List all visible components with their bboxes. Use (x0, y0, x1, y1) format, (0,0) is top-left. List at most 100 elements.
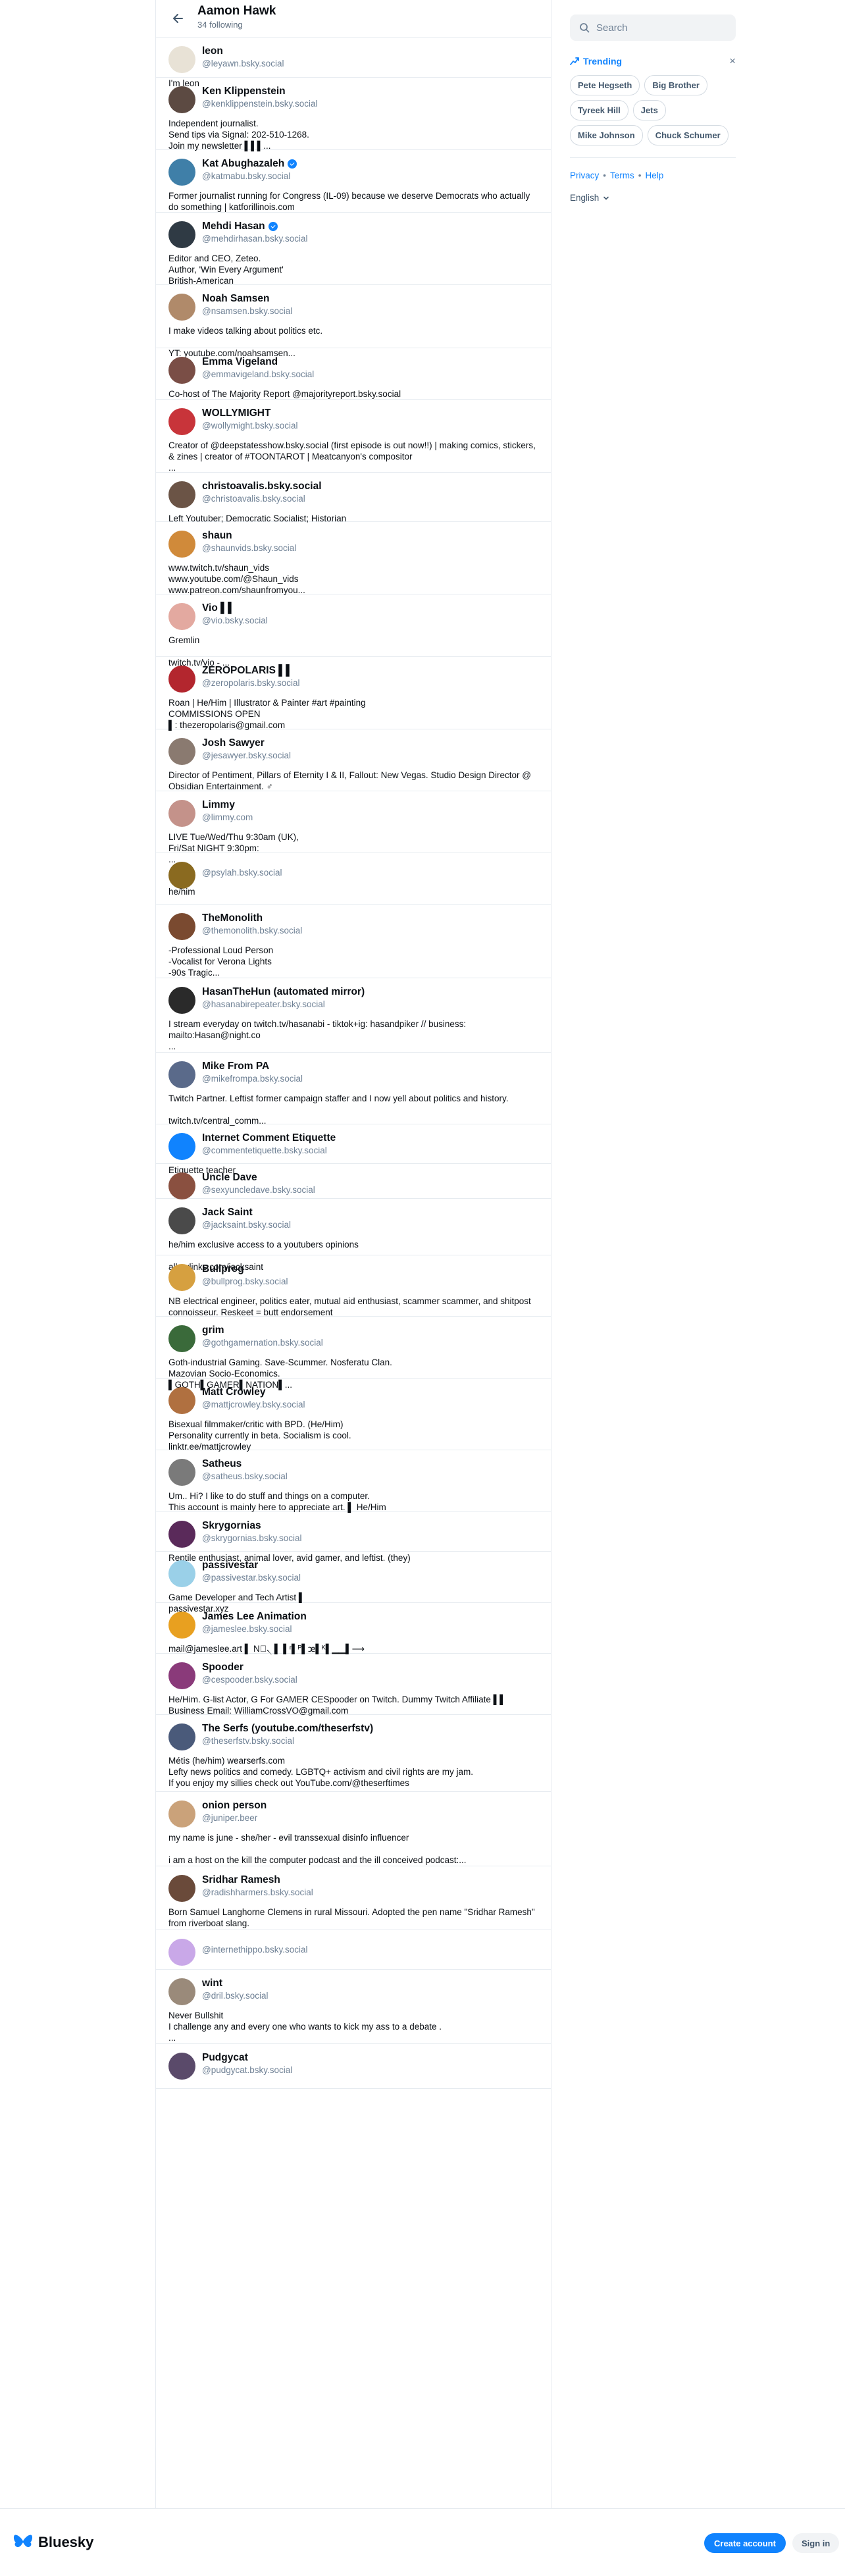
avatar[interactable] (168, 86, 195, 113)
user-handle[interactable]: @shaunvids.bsky.social (202, 543, 296, 553)
follow-row[interactable]: leon @leyawn.bsky.social I'm leon (156, 38, 551, 88)
follow-row[interactable]: Spooder @cespooder.bsky.social He/Him. G-l… (156, 1654, 551, 1716)
follow-row[interactable]: Vio ▌▌ @vio.bsky.social Gremlin twitch.tv/… (156, 594, 551, 668)
follow-row[interactable]: Satheus @satheus.bsky.social Um.. Hi? I li… (156, 1450, 551, 1512)
avatar[interactable] (168, 1978, 195, 2005)
follow-row[interactable]: Mike From PA @mikefrompa.bsky.social Twitc… (156, 1053, 551, 1126)
avatar[interactable] (168, 408, 195, 435)
display-name[interactable]: Bullprog (202, 1263, 244, 1275)
display-name[interactable]: Matt Crowley (202, 1386, 265, 1398)
follow-row[interactable]: Jack Saint @jacksaint.bsky.social he/him e… (156, 1199, 551, 1272)
display-name[interactable]: grim (202, 1325, 224, 1336)
user-handle[interactable]: @sexyuncledave.bsky.social (202, 1185, 315, 1195)
user-handle[interactable]: @skrygornias.bsky.social (202, 1533, 302, 1543)
avatar[interactable] (168, 738, 195, 765)
trending-topic-chip[interactable]: Big Brother (644, 75, 707, 95)
follow-row[interactable]: TheMonolith @themonolith.bsky.social -Prof… (156, 905, 551, 978)
trending-topic-chip[interactable]: Chuck Schumer (647, 125, 729, 145)
user-handle[interactable]: @internethippo.bsky.social (202, 1945, 308, 1955)
follow-row[interactable]: Internet Comment Etiquette @commentetique… (156, 1124, 551, 1175)
user-handle[interactable]: @vio.bsky.social (202, 616, 268, 625)
display-name[interactable]: The Serfs (youtube.com/theserfstv) (202, 1723, 373, 1735)
avatar[interactable] (168, 221, 195, 248)
avatar[interactable] (168, 481, 195, 508)
follow-row[interactable]: Josh Sawyer @jesawyer.bsky.social Director… (156, 729, 551, 791)
avatar[interactable] (168, 1939, 195, 1966)
avatar[interactable] (168, 1264, 195, 1291)
display-name[interactable]: Satheus (202, 1458, 242, 1470)
create-account-button[interactable]: Create account (704, 2533, 786, 2553)
display-name[interactable]: Limmy (202, 799, 235, 811)
avatar[interactable] (168, 987, 195, 1014)
follow-row[interactable]: wint @dril.bsky.social Never Bullshit I ch… (156, 1970, 551, 2044)
avatar[interactable] (168, 2053, 195, 2080)
follow-row[interactable]: Noah Samsen @nsamsen.bsky.social I make vi… (156, 285, 551, 358)
display-name[interactable]: wint (202, 1978, 222, 1989)
user-handle[interactable]: @nsamsen.bsky.social (202, 306, 292, 316)
avatar[interactable] (168, 531, 195, 558)
follow-row[interactable]: grim @gothgamernation.bsky.social Goth-ind… (156, 1317, 551, 1390)
trending-topic-chip[interactable]: Jets (632, 100, 666, 120)
follow-row[interactable]: passivestar @passivestar.bsky.social Game … (156, 1552, 551, 1614)
display-name[interactable]: Mike From PA (202, 1061, 269, 1072)
follow-row[interactable]: HasanTheHun (automated mirror) @hasanabir… (156, 978, 551, 1053)
user-handle[interactable]: @cespooder.bsky.social (202, 1675, 297, 1685)
follow-row[interactable]: ZEROPOLARIS ▌▌ @zeropolaris.bsky.social Ro… (156, 657, 551, 730)
avatar[interactable] (168, 1133, 195, 1160)
display-name[interactable]: Josh Sawyer (202, 737, 265, 749)
display-name[interactable]: christoavalis.bsky.social (202, 481, 322, 492)
user-handle[interactable]: @themonolith.bsky.social (202, 926, 302, 935)
display-name[interactable]: Noah Samsen (202, 293, 270, 305)
display-name[interactable]: Spooder (202, 1662, 243, 1673)
sign-in-button[interactable]: Sign in (792, 2533, 840, 2553)
trending-topic-chip[interactable]: Tyreek Hill (570, 100, 628, 120)
user-handle[interactable]: @zeropolaris.bsky.social (202, 678, 300, 688)
follow-row[interactable]: Matt Crowley @mattjcrowley.bsky.social Bis… (156, 1379, 551, 1452)
display-name[interactable]: Sridhar Ramesh (202, 1874, 280, 1886)
avatar[interactable] (168, 1723, 195, 1750)
user-handle[interactable]: @theserfstv.bsky.social (202, 1736, 294, 1746)
avatar[interactable] (168, 1875, 195, 1902)
user-handle[interactable]: @wollymight.bsky.social (202, 421, 298, 431)
avatar[interactable] (168, 46, 195, 73)
avatar[interactable] (168, 357, 195, 384)
user-handle[interactable]: @mikefrompa.bsky.social (202, 1074, 303, 1084)
trending-topic-chip[interactable]: Mike Johnson (570, 125, 643, 145)
display-name[interactable]: Vio ▌▌ (202, 602, 235, 614)
privacy-link[interactable]: Privacy (570, 171, 599, 180)
avatar[interactable] (168, 603, 195, 630)
follow-row[interactable]: WOLLYMIGHT @wollymight.bsky.social Creator… (156, 400, 551, 473)
follow-row[interactable]: The Serfs (youtube.com/theserfstv) @these… (156, 1715, 551, 1792)
display-name[interactable]: onion person (202, 1800, 267, 1812)
avatar[interactable] (168, 800, 195, 827)
display-name[interactable]: TheMonolith (202, 912, 263, 924)
display-name[interactable]: Uncle Dave (202, 1172, 257, 1184)
avatar[interactable] (168, 1521, 195, 1548)
follow-row[interactable]: onion person @juniper.beer my name is june… (156, 1792, 551, 1866)
display-name[interactable]: passivestar (202, 1560, 258, 1571)
display-name[interactable]: Mehdi Hasan (202, 221, 278, 232)
user-handle[interactable]: @limmy.com (202, 812, 253, 822)
avatar[interactable] (168, 1801, 195, 1827)
display-name[interactable]: Emma Vigeland (202, 356, 278, 368)
brand-logo[interactable]: Bluesky (13, 2534, 93, 2551)
display-name[interactable]: HasanTheHun (automated mirror) (202, 986, 365, 998)
follow-row[interactable]: Skrygornias @skrygornias.bsky.social Repti… (156, 1512, 551, 1563)
user-handle[interactable]: @leyawn.bsky.social (202, 59, 284, 68)
avatar[interactable] (168, 1325, 195, 1352)
display-name[interactable]: Jack Saint (202, 1207, 253, 1219)
avatar[interactable] (168, 159, 195, 186)
follow-row[interactable]: Pudgycat @pudgycat.bsky.social (156, 2044, 551, 2089)
user-handle[interactable]: @christoavalis.bsky.social (202, 494, 305, 504)
search-input[interactable]: Search (570, 14, 736, 41)
display-name[interactable]: James Lee Animation (202, 1611, 307, 1623)
user-handle[interactable]: @mattjcrowley.bsky.social (202, 1400, 305, 1409)
display-name[interactable]: leon (202, 45, 223, 57)
user-handle[interactable]: @jesawyer.bsky.social (202, 750, 291, 760)
terms-link[interactable]: Terms (610, 171, 634, 180)
user-handle[interactable]: @psylah.bsky.social (202, 868, 282, 878)
avatar[interactable] (168, 1172, 195, 1199)
display-name[interactable]: shaun (202, 530, 232, 542)
follow-row[interactable]: @psylah.bsky.social he/him (156, 853, 551, 905)
avatar[interactable] (168, 666, 195, 693)
